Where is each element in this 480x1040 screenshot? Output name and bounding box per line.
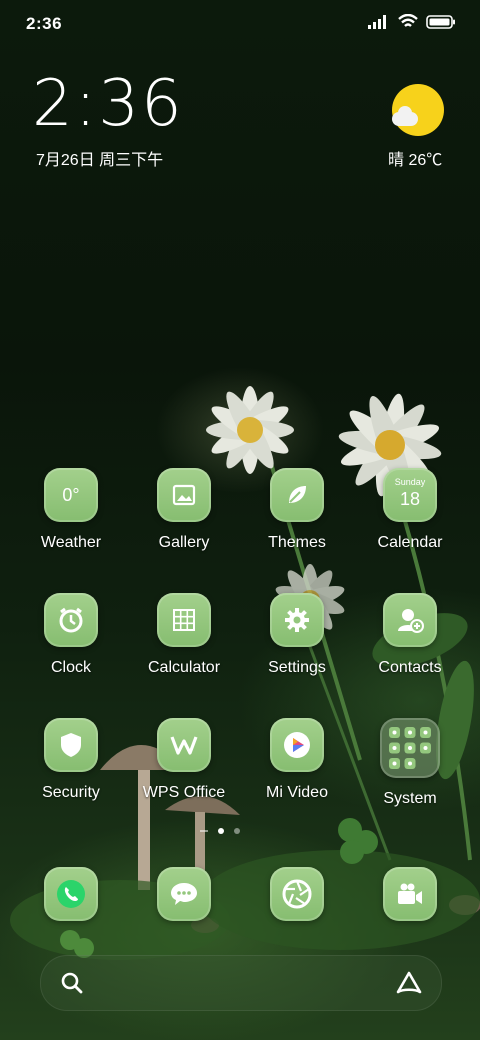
- dock-phone[interactable]: [16, 867, 126, 921]
- add-contact-icon[interactable]: [383, 593, 437, 647]
- signal-icon: [368, 14, 386, 29]
- battery-icon: [426, 14, 455, 29]
- app-label-calculator: Calculator: [147, 659, 221, 676]
- search-bar[interactable]: [40, 955, 442, 1011]
- cloud-puff: [398, 106, 412, 120]
- app-label-clock: Clock: [50, 659, 91, 676]
- app-label-contacts: Contacts: [378, 659, 442, 676]
- app-mi-video[interactable]: Mi Video: [242, 718, 352, 802]
- gear-icon[interactable]: [270, 593, 324, 647]
- calendar-day-number: 18: [399, 488, 421, 509]
- camera-aperture-icon[interactable]: [270, 867, 324, 921]
- phone-icon[interactable]: [44, 867, 98, 921]
- clock-widget-date: 7月26日 周三下午: [36, 152, 164, 169]
- calendar-day-name: Sunday: [394, 476, 426, 487]
- folder-icon[interactable]: [380, 718, 440, 778]
- mi-video-icon[interactable]: [270, 718, 324, 772]
- status-icons: [368, 14, 456, 29]
- app-clock[interactable]: Clock: [16, 593, 126, 677]
- weather-widget-text: 晴 26℃: [388, 146, 442, 170]
- calculator-icon[interactable]: [157, 593, 211, 647]
- app-label-wps-office: WPS Office: [142, 784, 226, 801]
- wps-office-icon[interactable]: [157, 718, 211, 772]
- weather-temperature: 26℃: [408, 152, 443, 169]
- status-time: 2:36: [26, 14, 63, 33]
- page-dot-active: [218, 828, 224, 834]
- weather-app-icon[interactable]: 0°: [44, 468, 98, 522]
- gallery-icon[interactable]: [157, 468, 211, 522]
- app-contacts[interactable]: Contacts: [355, 593, 465, 677]
- wifi-icon: [398, 14, 418, 27]
- alarm-clock-icon[interactable]: [44, 593, 98, 647]
- app-label-gallery: Gallery: [158, 534, 210, 551]
- calendar-icon[interactable]: Sunday 18: [383, 468, 437, 522]
- page-dot: [234, 828, 240, 834]
- dock-camera[interactable]: [242, 867, 352, 921]
- weather-app-icon-text: 0°: [62, 484, 80, 505]
- dock-screen-recorder[interactable]: [355, 867, 465, 921]
- app-wps-office[interactable]: WPS Office: [129, 718, 239, 802]
- app-label-security: Security: [42, 784, 100, 801]
- message-icon[interactable]: [157, 867, 211, 921]
- page-indicator: [200, 828, 240, 834]
- app-label-weather: Weather: [40, 534, 102, 551]
- app-settings[interactable]: Settings: [242, 593, 352, 677]
- app-calendar[interactable]: Sunday 18 Calendar: [355, 468, 465, 552]
- app-calculator[interactable]: Calculator: [129, 593, 239, 677]
- page-indicator-menu: [200, 830, 208, 832]
- app-system-folder[interactable]: System: [355, 718, 465, 808]
- weather-condition: 晴: [388, 152, 405, 169]
- clock-widget-time[interactable]: 2:36: [32, 72, 184, 136]
- app-label-calendar: Calendar: [377, 534, 443, 551]
- app-label-mi-video: Mi Video: [266, 784, 328, 801]
- app-label-system: System: [383, 790, 437, 807]
- assistant-icon[interactable]: [395, 970, 423, 996]
- video-camera-icon[interactable]: [383, 867, 437, 921]
- app-label-themes: Themes: [268, 534, 326, 551]
- app-label-settings: Settings: [268, 659, 326, 676]
- dock-messages[interactable]: [129, 867, 239, 921]
- shield-icon[interactable]: [44, 718, 98, 772]
- app-themes[interactable]: Themes: [242, 468, 352, 552]
- leaf-icon[interactable]: [270, 468, 324, 522]
- search-icon[interactable]: [61, 972, 83, 994]
- app-gallery[interactable]: Gallery: [129, 468, 239, 552]
- app-security[interactable]: Security: [16, 718, 126, 802]
- app-weather[interactable]: 0° Weather: [16, 468, 126, 552]
